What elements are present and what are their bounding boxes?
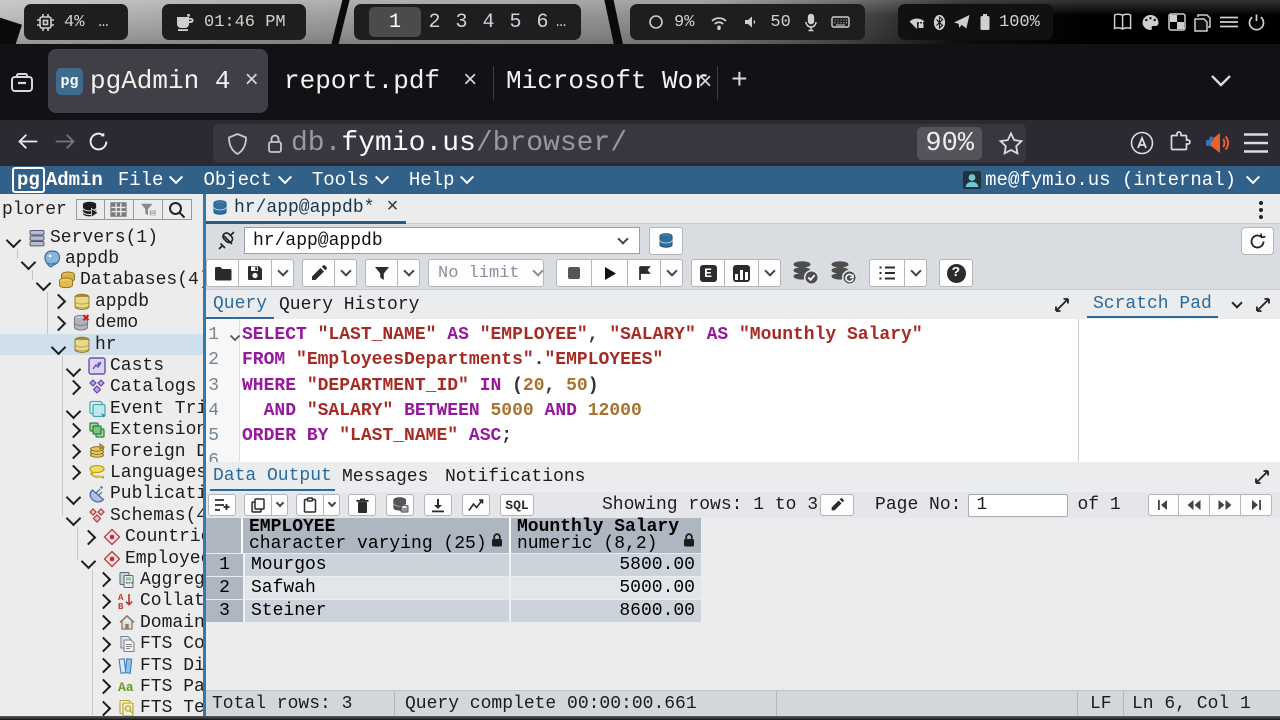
- svg-text:Aa: Aa: [118, 680, 134, 695]
- svg-text:B: B: [118, 602, 124, 611]
